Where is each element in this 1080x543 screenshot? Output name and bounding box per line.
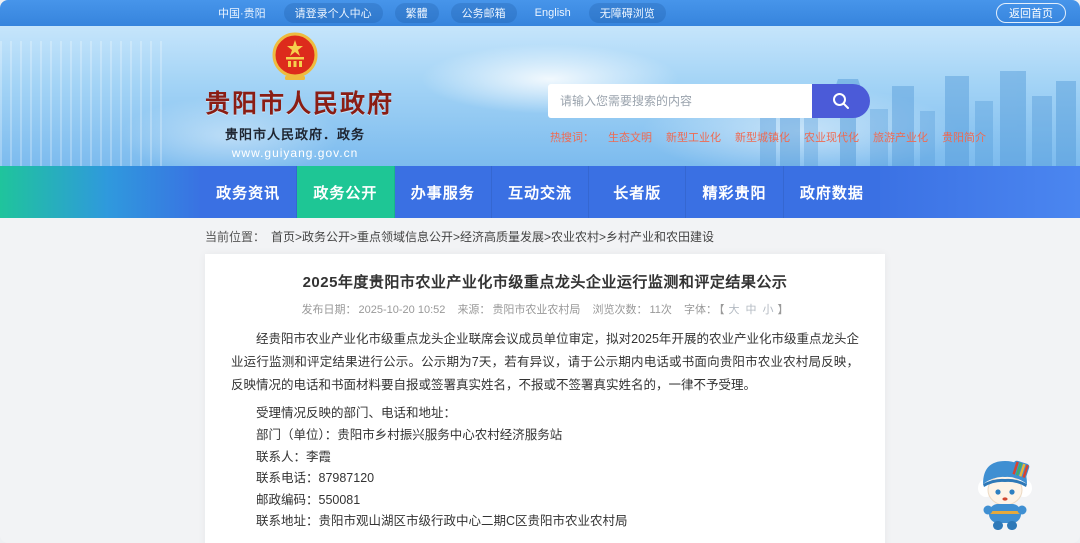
font-size-medium-button[interactable]: 中: [745, 304, 756, 316]
site-logo-block[interactable]: 贵阳市人民政府 贵阳市人民政府．政务 www.guiyang.gov.cn: [205, 32, 395, 160]
nav-item-zwgk[interactable]: 政务公开: [297, 166, 395, 218]
site-subtitle: 贵阳市人民政府．政务: [224, 127, 365, 142]
hot-word[interactable]: 贵阳简介: [942, 129, 986, 145]
views-label: 浏览次数：: [592, 304, 648, 316]
hot-search-row: 热搜词： 生态文明 新型工业化 新型城镇化 农业现代化 旅游产业化 贵阳简介: [550, 129, 986, 145]
font-size-small-button[interactable]: 小: [762, 304, 773, 316]
traditional-chinese-link[interactable]: 繁體: [394, 3, 439, 23]
site-name: 贵阳市人民政府: [205, 90, 395, 118]
breadcrumb-label: 当前位置：: [205, 229, 266, 244]
back-home-button[interactable]: 返回首页: [996, 3, 1066, 23]
top-utility-bar: 中国·贵阳 请登录个人中心 繁體 公务邮箱 English 无障碍浏览 返回首页: [0, 0, 1080, 26]
search-input[interactable]: [548, 84, 812, 118]
contact-postcode: 邮政编码：550081: [256, 492, 361, 507]
article-card: 2025年度贵阳市农业产业化市级重点龙头企业运行监测和评定结果公示 发布日期： 2…: [205, 254, 885, 543]
login-link[interactable]: 请登录个人中心: [283, 3, 383, 23]
views-count: 11次: [649, 304, 672, 316]
site-banner: 贵阳市人民政府 贵阳市人民政府．政务 www.guiyang.gov.cn 热搜…: [0, 26, 1080, 166]
hot-word[interactable]: 新型城镇化: [735, 129, 790, 145]
article-meta: 发布日期： 2025-10-20 10:52 来源： 贵阳市农业农村局 浏览次数： 1…: [231, 301, 859, 317]
nav-item-jcgy[interactable]: 精彩贵阳: [686, 166, 784, 218]
hot-word[interactable]: 生态文明: [608, 129, 652, 145]
region-link[interactable]: 中国·贵阳: [212, 3, 272, 23]
hot-word[interactable]: 农业现代化: [804, 129, 859, 145]
nav-item-hdjl[interactable]: 互动交流: [491, 166, 590, 218]
search-button[interactable]: [812, 84, 870, 118]
nav-item-zfsj[interactable]: 政府数据: [783, 166, 880, 218]
contact-phone: 联系电话：87987120: [256, 471, 375, 485]
nav-item-bsfw[interactable]: 办事服务: [394, 166, 492, 218]
contact-person: 联系人：李霞: [256, 449, 332, 464]
bracket: 【: [718, 304, 725, 316]
breadcrumb-path[interactable]: 首页>政务公开>重点领域信息公开>经济高质量发展>农业农村>乡村产业和农田建设: [271, 228, 714, 245]
font-size-label: 字体：: [683, 304, 717, 316]
article-body: 经贵阳市农业产业化市级重点龙头企业联席会议成员单位审定，拟对2025年开展的农业…: [231, 328, 859, 543]
search-icon: [833, 93, 849, 109]
hot-word[interactable]: 新型工业化: [666, 129, 721, 145]
nav-item-zwzx[interactable]: 政务资讯: [200, 166, 298, 218]
source-label: 来源：: [457, 304, 491, 316]
site-url: www.guiyang.gov.cn: [231, 146, 359, 160]
source: 贵阳市农业农村局: [492, 304, 581, 316]
hot-word[interactable]: 旅游产业化: [873, 129, 928, 145]
publish-date: 2025-10-20 10:52: [358, 304, 446, 316]
accessibility-link[interactable]: 无障碍浏览: [588, 3, 666, 23]
font-size-large-button[interactable]: 大: [728, 304, 739, 316]
publish-date-label: 发布日期：: [301, 304, 357, 316]
nav-item-zzb[interactable]: 长者版: [589, 166, 687, 218]
mascot-assistant[interactable]: [974, 452, 1036, 537]
mascot-icon: [978, 460, 1032, 530]
article-paragraph: 受理情况反映的部门、电话和地址：: [256, 406, 457, 420]
english-link[interactable]: English: [529, 5, 577, 21]
contact-department: 部门（单位）：贵阳市乡村振兴服务中心农村经济服务站: [256, 428, 563, 442]
bracket: 】: [777, 304, 789, 316]
browser-page: 中国·贵阳 请登录个人中心 繁體 公务邮箱 English 无障碍浏览 返回首页: [0, 0, 1080, 543]
national-emblem-icon: [272, 32, 318, 80]
main-nav: 政务资讯 政务公开 办事服务 互动交流 长者版 精彩贵阳 政府数据: [0, 166, 1080, 218]
contact-address: 联系地址：贵阳市观山湖区市级行政中心二期C区贵阳市农业农村局: [256, 514, 628, 528]
official-mail-link[interactable]: 公务邮箱: [450, 3, 517, 23]
search-bar: [548, 84, 870, 118]
breadcrumb: 当前位置： 首页>政务公开>重点领域信息公开>经济高质量发展>农业农村>乡村产业…: [0, 218, 1080, 254]
hot-search-label: 热搜词：: [550, 132, 594, 144]
article-paragraph: 经贵阳市农业产业化市级重点龙头企业联席会议成员单位审定，拟对2025年开展的农业…: [231, 332, 859, 392]
article-title: 2025年度贵阳市农业产业化市级重点龙头企业运行监测和评定结果公示: [302, 274, 788, 291]
